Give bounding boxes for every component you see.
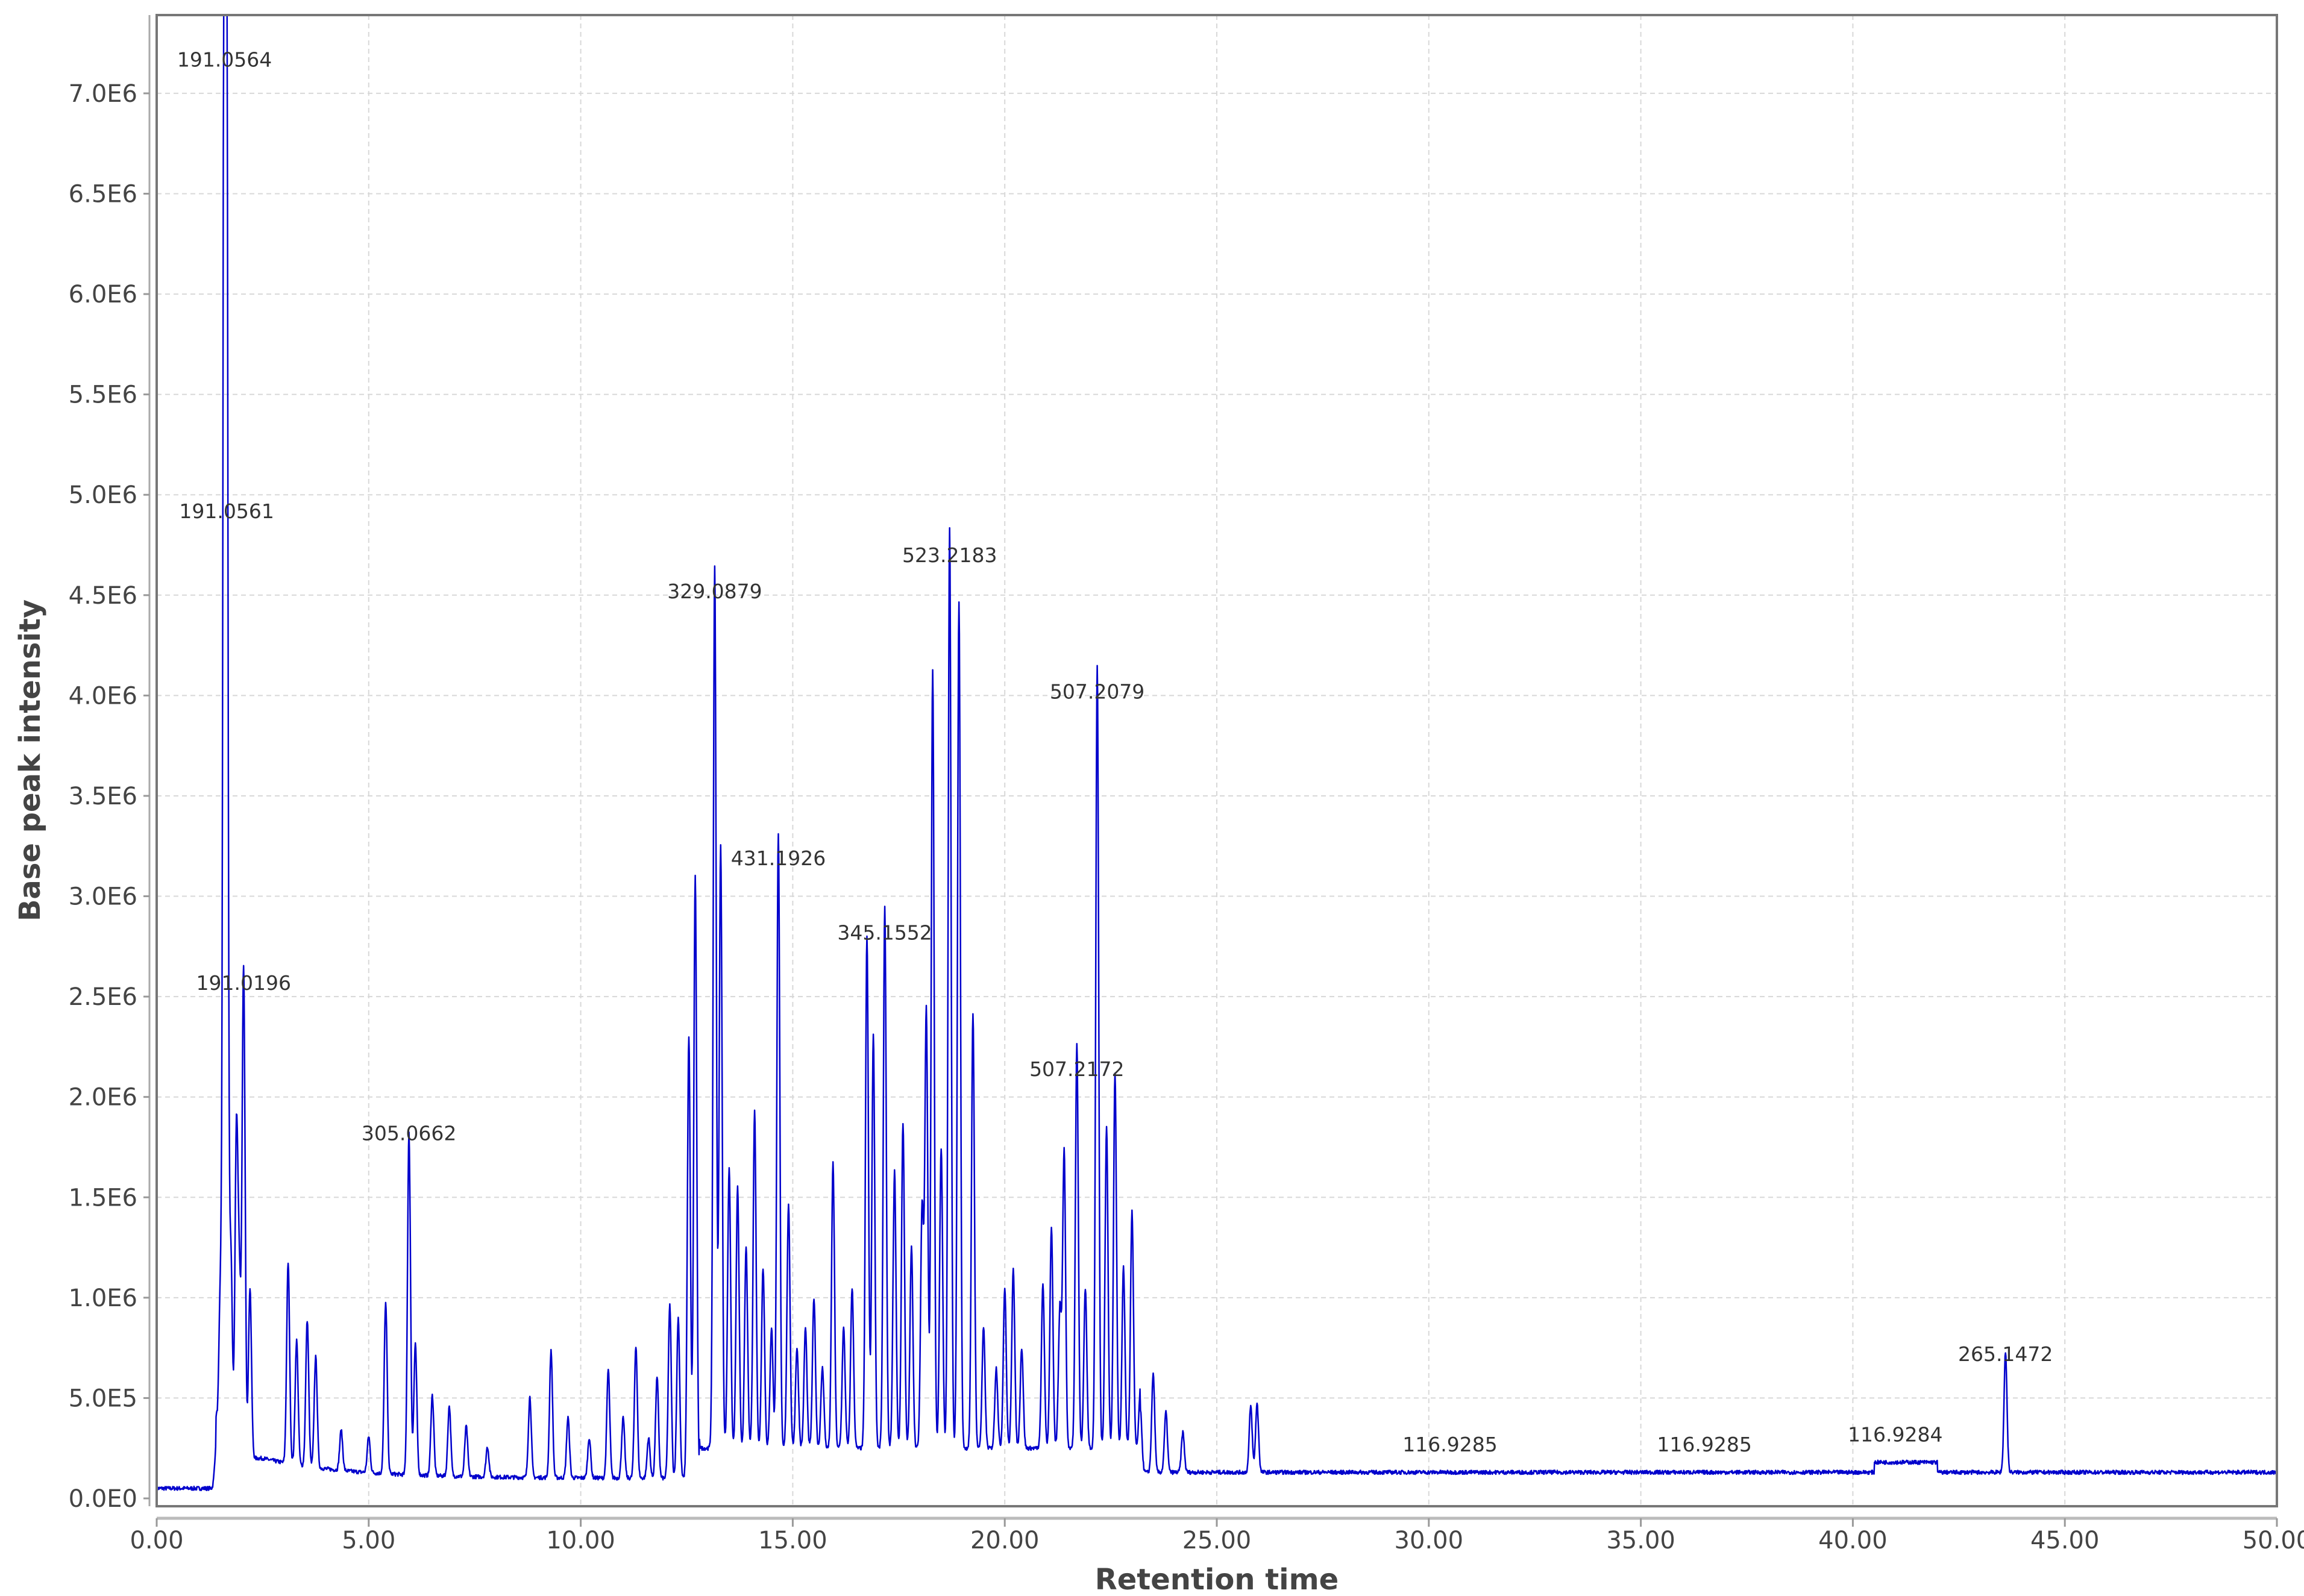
y-tick-label: 6.5E6 bbox=[69, 181, 137, 208]
y-tick-label: 2.0E6 bbox=[69, 1084, 137, 1112]
peak-label: 116.9285 bbox=[1657, 1433, 1751, 1456]
y-axis-title: Base peak intensity bbox=[13, 599, 47, 921]
y-tick-label: 4.5E6 bbox=[69, 582, 137, 610]
peak-label: 305.0662 bbox=[362, 1122, 456, 1145]
peak-label: 345.1552 bbox=[837, 921, 932, 944]
y-tick-label: 0.0E0 bbox=[69, 1485, 137, 1513]
x-axis-title: Retention time bbox=[1095, 1563, 1339, 1596]
x-tick-label: 0.00 bbox=[130, 1527, 183, 1554]
peak-label: 523.2183 bbox=[902, 543, 997, 567]
y-tick-label: 6.0E6 bbox=[69, 281, 137, 308]
peak-label: 191.0196 bbox=[196, 971, 291, 995]
peak-label: 431.1926 bbox=[731, 847, 826, 870]
x-tick-label: 50.00 bbox=[2243, 1527, 2304, 1554]
x-axis: 0.00 5.00 10.00 15.00 20.00 25.00 30.00 35.00 40… bbox=[130, 1516, 2304, 1554]
y-axis: 0.0E0 5.0E5 1.0E6 1.5E6 2.0E6 2.5E6 3.0E6 3.5E6… bbox=[69, 15, 151, 1513]
x-tick-label: 5.00 bbox=[342, 1527, 395, 1554]
x-tick-label: 25.00 bbox=[1182, 1527, 1252, 1554]
x-tick-label: 40.00 bbox=[1818, 1527, 1888, 1554]
y-tick-label: 3.0E6 bbox=[69, 883, 137, 911]
peak-label: 507.2172 bbox=[1029, 1057, 1124, 1081]
peak-label: 191.0561 bbox=[179, 499, 274, 523]
y-tick-label: 2.5E6 bbox=[69, 983, 137, 1011]
peak-label: 507.2079 bbox=[1050, 680, 1144, 704]
x-tick-label: 30.00 bbox=[1395, 1527, 1464, 1554]
y-tick-label: 1.0E6 bbox=[69, 1285, 137, 1312]
grid-lines bbox=[157, 15, 2277, 1504]
y-tick-label: 4.0E6 bbox=[69, 682, 137, 710]
y-tick-label: 7.0E6 bbox=[69, 80, 137, 108]
x-tick-label: 20.00 bbox=[970, 1527, 1040, 1554]
x-tick-label: 45.00 bbox=[2030, 1527, 2100, 1554]
y-tick-label: 3.5E6 bbox=[69, 783, 137, 810]
x-tick-label: 15.00 bbox=[758, 1527, 827, 1554]
y-tick-label: 5.0E5 bbox=[69, 1385, 137, 1412]
peak-label: 116.9285 bbox=[1402, 1433, 1497, 1456]
chromatogram-chart: 0.0E0 5.0E5 1.0E6 1.5E6 2.0E6 2.5E6 3.0E6 3.5E6… bbox=[13, 14, 2304, 1596]
x-tick-label: 35.00 bbox=[1606, 1527, 1675, 1554]
y-tick-label: 1.5E6 bbox=[69, 1184, 137, 1212]
x-tick-label: 10.00 bbox=[546, 1527, 615, 1554]
y-tick-label: 5.0E6 bbox=[69, 481, 137, 509]
peak-label: 329.0879 bbox=[667, 580, 762, 603]
y-tick-label: 5.5E6 bbox=[69, 381, 137, 409]
peak-label: 191.0564 bbox=[177, 48, 272, 71]
peak-label: 265.1472 bbox=[1958, 1342, 2053, 1366]
peak-annotations: 191.0564 191.0561 191.0196 305.0662 329.0879… bbox=[177, 48, 2053, 1456]
peak-label: 116.9284 bbox=[1848, 1422, 1942, 1446]
